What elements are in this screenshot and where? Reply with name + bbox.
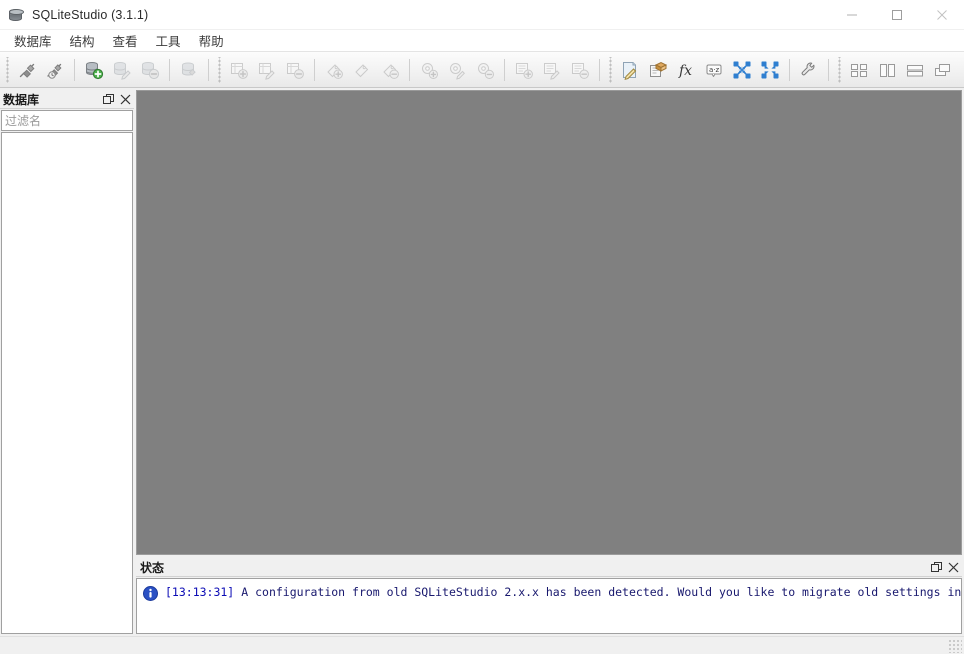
- log-timestamp: [13:13:31]: [165, 585, 235, 599]
- toolbar-separator: [74, 58, 75, 81]
- menu-tools[interactable]: 工具: [148, 29, 189, 52]
- float-panel-icon[interactable]: [930, 561, 943, 574]
- toolbar-drag-handle[interactable]: [836, 56, 843, 83]
- close-panel-icon[interactable]: [119, 93, 132, 106]
- menu-structure[interactable]: 结构: [62, 29, 103, 52]
- databases-dock-titlebar: 数据库: [0, 90, 134, 109]
- toolbar-drag-handle[interactable]: [216, 56, 223, 83]
- minimize-icon[interactable]: [829, 0, 874, 30]
- trigger-group: [415, 57, 499, 83]
- toolbar-separator: [599, 58, 600, 81]
- filter-wrapper: [0, 109, 134, 131]
- window-controls: [829, 0, 964, 30]
- database-connect-group: [175, 57, 203, 83]
- database-tree[interactable]: [1, 132, 133, 634]
- index-remove-icon[interactable]: [377, 57, 403, 83]
- status-dock-titlebar: 状态: [136, 558, 962, 577]
- tile-vertical-icon[interactable]: [874, 57, 900, 83]
- window-layout-group: [845, 57, 957, 83]
- list-item[interactable]: [13:13:31] A configuration from old SQLi…: [137, 579, 961, 601]
- log-message: A configuration from old SQLiteStudio 2.…: [241, 585, 962, 599]
- window-title: SQLiteStudio (3.1.1): [32, 7, 149, 22]
- menu-bar: 数据库 结构 查看 工具 帮助: [0, 30, 964, 52]
- database-edit-icon[interactable]: [109, 57, 135, 83]
- databases-dock: 数据库: [0, 90, 134, 634]
- trigger-edit-icon[interactable]: [444, 57, 470, 83]
- status-dock-title: 状态: [140, 560, 165, 575]
- mdi-workspace-area[interactable]: [136, 90, 962, 555]
- view-remove-icon[interactable]: [567, 57, 593, 83]
- info-icon: [143, 586, 158, 601]
- disconnect-plug-icon[interactable]: [42, 57, 68, 83]
- table-add-icon[interactable]: [226, 57, 252, 83]
- toolbar-separator: [169, 58, 170, 81]
- tools-group: fx a·z: [616, 57, 784, 83]
- database-add-icon[interactable]: [81, 57, 107, 83]
- view-group: [510, 57, 594, 83]
- menu-database[interactable]: 数据库: [6, 29, 60, 52]
- database-filter-input[interactable]: [1, 110, 133, 131]
- sqlitestudio-window: SQLiteStudio (3.1.1) 数据库 结构 查看 工具 帮助 fx …: [0, 0, 964, 654]
- table-group: [225, 57, 309, 83]
- close-panel-icon[interactable]: [947, 561, 960, 574]
- svg-text:a·z: a·z: [709, 66, 720, 74]
- collation-editor-icon[interactable]: a·z: [701, 57, 727, 83]
- database-connect-icon[interactable]: [176, 57, 202, 83]
- sql-editor-icon[interactable]: [617, 57, 643, 83]
- database-group: [80, 57, 164, 83]
- expand-all-icon[interactable]: [757, 57, 783, 83]
- toolbar-separator: [789, 58, 790, 81]
- svg-text:fx: fx: [678, 63, 692, 79]
- toolbar-drag-handle[interactable]: [4, 56, 11, 83]
- toolbar-separator: [314, 58, 315, 81]
- view-add-icon[interactable]: [511, 57, 537, 83]
- connect-plug-icon[interactable]: [14, 57, 40, 83]
- main-toolbar: fx a·z: [0, 52, 964, 88]
- tile-grid-icon[interactable]: [846, 57, 872, 83]
- table-edit-icon[interactable]: [254, 57, 280, 83]
- menu-view[interactable]: 查看: [105, 29, 146, 52]
- index-edit-icon[interactable]: [349, 57, 375, 83]
- databases-dock-title: 数据库: [3, 92, 40, 107]
- resize-grip[interactable]: [948, 638, 962, 653]
- trigger-add-icon[interactable]: [416, 57, 442, 83]
- status-dock: 状态 [13:13:31] A configuration from old S…: [136, 558, 962, 634]
- title-bar: SQLiteStudio (3.1.1): [0, 0, 964, 30]
- status-log-list[interactable]: [13:13:31] A configuration from old SQLi…: [136, 578, 962, 634]
- toolbar-drag-handle[interactable]: [607, 56, 614, 83]
- function-editor-icon[interactable]: fx: [673, 57, 699, 83]
- import-icon[interactable]: [645, 57, 671, 83]
- database-remove-icon[interactable]: [137, 57, 163, 83]
- status-bar: [0, 636, 964, 654]
- menu-help[interactable]: 帮助: [191, 29, 232, 52]
- settings-group: [795, 57, 823, 83]
- index-add-icon[interactable]: [321, 57, 347, 83]
- close-icon[interactable]: [919, 0, 964, 30]
- tile-horizontal-icon[interactable]: [902, 57, 928, 83]
- toolbar-separator: [504, 58, 505, 81]
- maximize-icon[interactable]: [874, 0, 919, 30]
- toolbar-separator: [828, 58, 829, 81]
- table-remove-icon[interactable]: [282, 57, 308, 83]
- app-icon: [8, 7, 24, 23]
- cascade-windows-icon[interactable]: [930, 57, 956, 83]
- trigger-remove-icon[interactable]: [472, 57, 498, 83]
- collapse-all-icon[interactable]: [729, 57, 755, 83]
- view-edit-icon[interactable]: [539, 57, 565, 83]
- float-panel-icon[interactable]: [102, 93, 115, 106]
- toolbar-separator: [208, 58, 209, 81]
- connection-group: [13, 57, 69, 83]
- toolbar-separator: [409, 58, 410, 81]
- wrench-settings-icon[interactable]: [796, 57, 822, 83]
- index-group: [320, 57, 404, 83]
- main-body: 数据库 过滤名 状态 [13:13:31] A configuration fr…: [0, 88, 964, 636]
- right-column: 状态 [13:13:31] A configuration from old S…: [134, 90, 962, 634]
